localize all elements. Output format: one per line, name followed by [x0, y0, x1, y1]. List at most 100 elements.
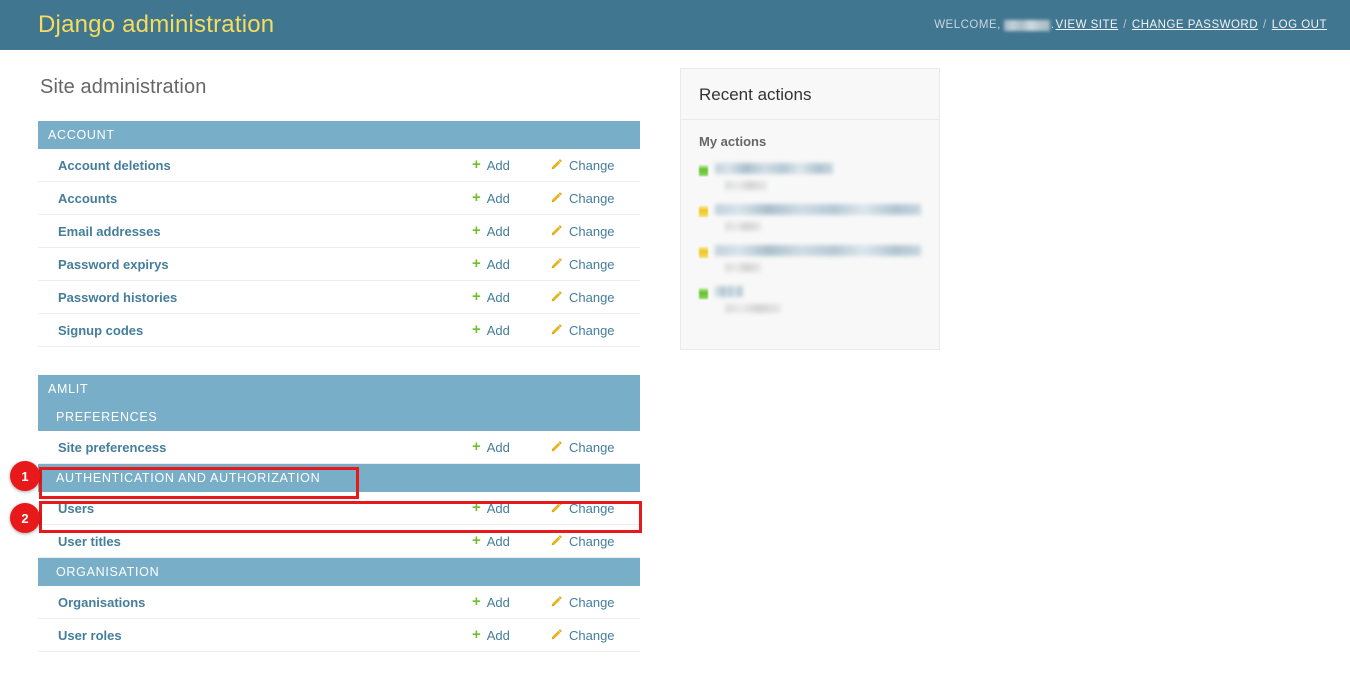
add-label: Add — [486, 190, 510, 206]
model-link-users[interactable]: Users — [58, 501, 94, 516]
table-row: Email addresses + Add Change — [38, 215, 640, 248]
action-meta-redacted — [725, 263, 761, 272]
content-main: Site administration ACCOUNT Account dele… — [38, 68, 640, 680]
change-link-password-histories[interactable]: Change — [550, 290, 640, 305]
add-link-account-deletions[interactable]: + Add — [472, 157, 550, 173]
table-row: Password expirys + Add Change — [38, 248, 640, 281]
action-title-redacted — [715, 204, 921, 215]
welcome-period: . — [1050, 19, 1055, 31]
welcome-label: WELCOME, — [934, 19, 1001, 31]
pencil-icon — [550, 595, 563, 608]
model-name-cell: Users — [38, 501, 472, 516]
add-label: Add — [486, 627, 510, 643]
model-link-accounts[interactable]: Accounts — [58, 191, 117, 206]
add-label: Add — [486, 289, 510, 305]
action-title-redacted — [715, 163, 833, 174]
change-link-account-deletions[interactable]: Change — [550, 158, 640, 173]
model-name-cell: User roles — [38, 628, 472, 643]
model-link-password-histories[interactable]: Password histories — [58, 290, 177, 305]
model-link-user-titles[interactable]: User titles — [58, 534, 121, 549]
model-name-cell: Password histories — [38, 290, 472, 305]
model-name-cell: User titles — [38, 534, 472, 549]
action-row — [699, 204, 921, 217]
model-link-signup-codes[interactable]: Signup codes — [58, 323, 143, 338]
change-password-link[interactable]: CHANGE PASSWORD — [1132, 19, 1258, 31]
model-link-user-roles[interactable]: User roles — [58, 628, 122, 643]
action-title-redacted — [715, 245, 921, 256]
table-row: Signup codes + Add Change — [38, 314, 640, 347]
change-label: Change — [569, 500, 615, 516]
group-caption-preferences: PREFERENCES — [38, 403, 640, 431]
list-item[interactable] — [699, 163, 921, 190]
add-label: Add — [486, 533, 510, 549]
plus-icon: + — [472, 221, 481, 239]
change-label: Change — [569, 439, 615, 455]
recent-actions-header: Recent actions — [681, 69, 939, 120]
model-name-cell: Site preferencess — [38, 440, 472, 455]
model-link-email-addresses[interactable]: Email addresses — [58, 224, 161, 239]
change-link-password-expirys[interactable]: Change — [550, 257, 640, 272]
pencil-icon — [550, 257, 563, 270]
change-label: Change — [569, 594, 615, 610]
list-item[interactable] — [699, 245, 921, 272]
change-link-users[interactable]: Change — [550, 501, 640, 516]
add-link-password-expirys[interactable]: + Add — [472, 256, 550, 272]
add-link-accounts[interactable]: + Add — [472, 190, 550, 206]
add-link-site-preferencess[interactable]: + Add — [472, 439, 550, 455]
add-link-user-titles[interactable]: + Add — [472, 533, 550, 549]
recent-actions-title: Recent actions — [699, 85, 812, 104]
change-link-email-addresses[interactable]: Change — [550, 224, 640, 239]
action-meta-redacted — [725, 304, 781, 313]
model-name-cell: Password expirys — [38, 257, 472, 272]
change-link-user-roles[interactable]: Change — [550, 628, 640, 643]
log-out-link[interactable]: LOG OUT — [1272, 19, 1327, 31]
change-link-user-titles[interactable]: Change — [550, 534, 640, 549]
change-label: Change — [569, 322, 615, 338]
table-row: Account deletions + Add Change — [38, 149, 640, 182]
action-meta-redacted — [725, 181, 767, 190]
change-link-accounts[interactable]: Change — [550, 191, 640, 206]
table-row: Users + Add Change — [38, 492, 640, 525]
model-name-cell: Signup codes — [38, 323, 472, 338]
view-site-link[interactable]: VIEW SITE — [1056, 19, 1119, 31]
pencil-icon — [550, 224, 563, 237]
model-name-cell: Organisations — [38, 595, 472, 610]
model-name-cell: Email addresses — [38, 224, 472, 239]
change-link-site-preferencess[interactable]: Change — [550, 440, 640, 455]
app-module-amlit: AMLIT PREFERENCES Site preferencess + Add… — [38, 375, 640, 652]
add-label: Add — [486, 439, 510, 455]
add-link-users[interactable]: + Add — [472, 500, 550, 516]
page-container: Site administration ACCOUNT Account dele… — [0, 50, 1350, 680]
model-link-organisations[interactable]: Organisations — [58, 595, 145, 610]
add-label: Add — [486, 500, 510, 516]
add-link-password-histories[interactable]: + Add — [472, 289, 550, 305]
model-name-cell: Account deletions — [38, 158, 472, 173]
change-link-organisations[interactable]: Change — [550, 595, 640, 610]
link-separator-2: / — [1263, 19, 1267, 31]
plus-icon: + — [472, 625, 481, 643]
list-item[interactable] — [699, 286, 921, 313]
add-link-user-roles[interactable]: + Add — [472, 625, 550, 643]
pencil-icon — [550, 290, 563, 303]
add-link-organisations[interactable]: + Add — [472, 594, 550, 610]
list-item[interactable] — [699, 204, 921, 231]
model-link-site-preferencess[interactable]: Site preferencess — [58, 440, 166, 455]
add-label: Add — [486, 322, 510, 338]
model-link-password-expirys[interactable]: Password expirys — [58, 257, 169, 272]
change-link-signup-codes[interactable]: Change — [550, 323, 640, 338]
pencil-icon — [550, 628, 563, 641]
changelink-icon — [699, 206, 708, 217]
change-label: Change — [569, 223, 615, 239]
add-link-email-addresses[interactable]: + Add — [472, 221, 550, 239]
table-row: Password histories + Add Change — [38, 281, 640, 314]
pencil-icon — [550, 501, 563, 514]
model-name-cell: Accounts — [38, 191, 472, 206]
change-label: Change — [569, 256, 615, 272]
page-title: Site administration — [40, 76, 207, 98]
admin-header: Django administration WELCOME, . VIEW SI… — [0, 0, 1350, 50]
add-link-signup-codes[interactable]: + Add — [472, 322, 550, 338]
site-title: Django administration — [38, 11, 275, 38]
model-link-account-deletions[interactable]: Account deletions — [58, 158, 171, 173]
add-label: Add — [486, 256, 510, 272]
table-row: Organisations + Add Change — [38, 586, 640, 619]
